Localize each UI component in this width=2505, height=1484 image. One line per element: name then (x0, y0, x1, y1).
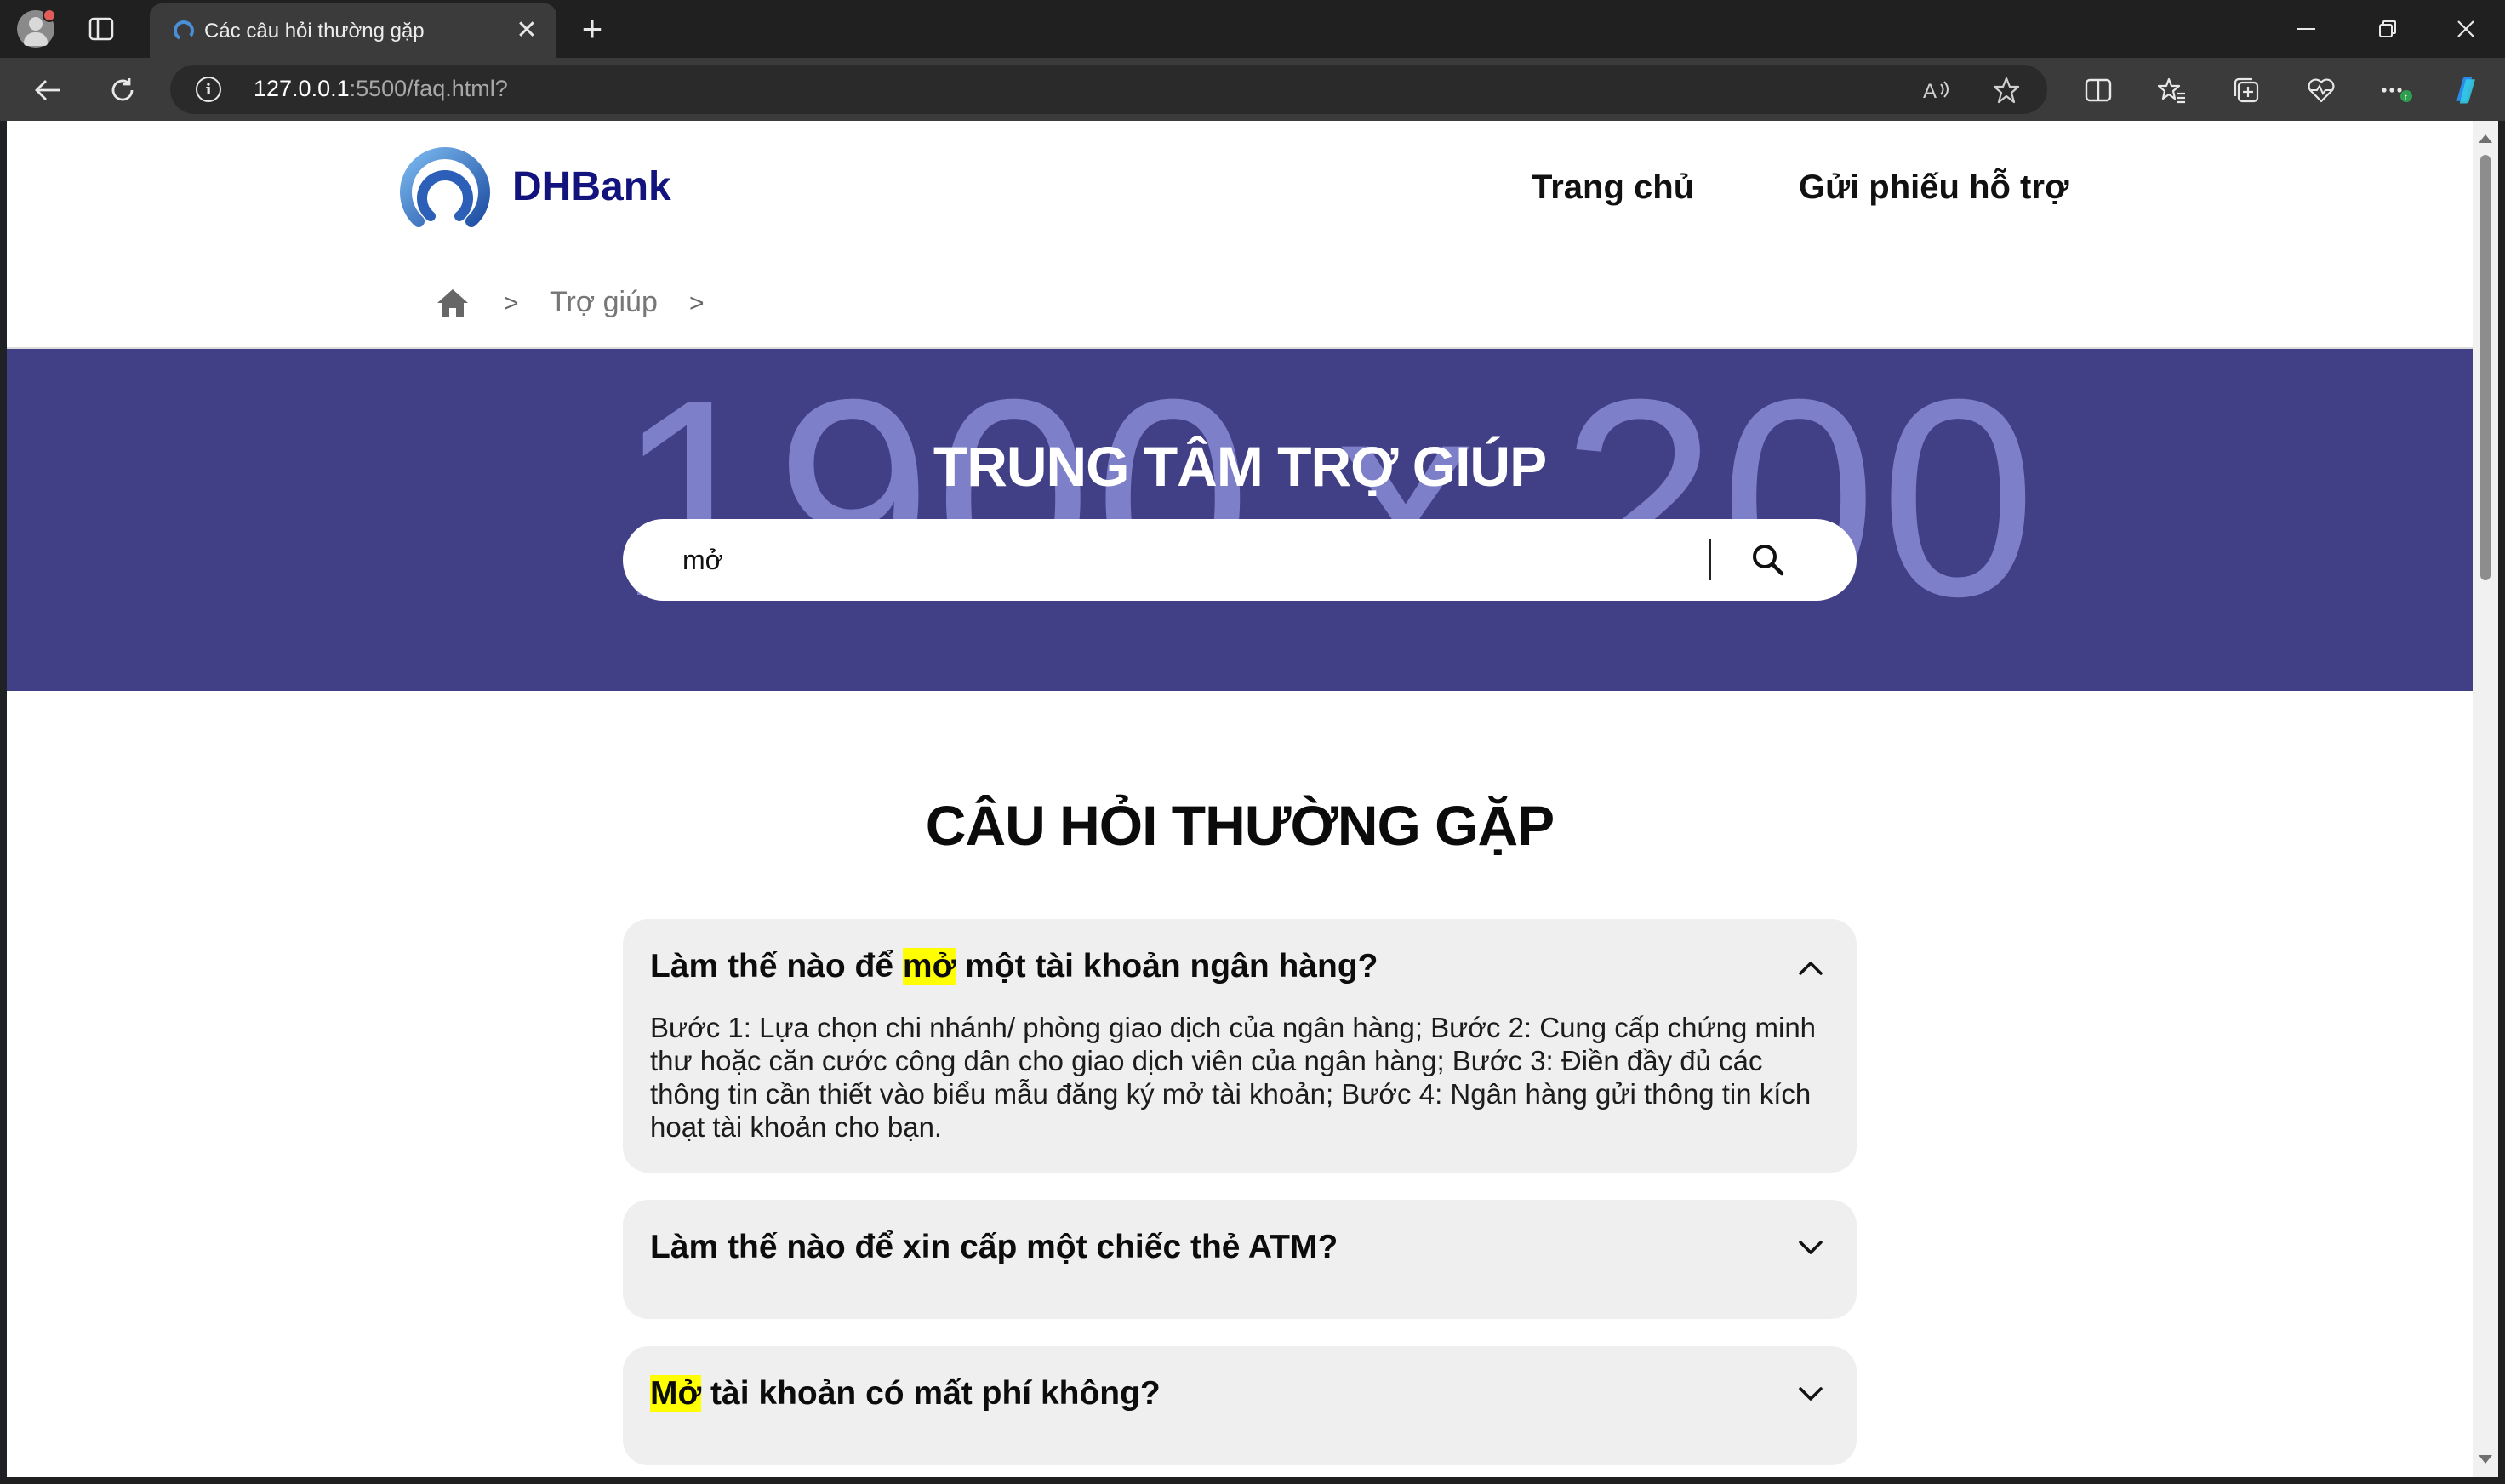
site-info-icon[interactable]: i (196, 77, 221, 102)
faq-heading: CÂU HỎI THƯỜNG GẶP (925, 794, 1555, 857)
chevron-up-icon[interactable] (1794, 955, 1828, 980)
breadcrumb: > Trợ giúp > (7, 259, 2473, 349)
faq-question[interactable]: Làm thế nào để mở một tài khoản ngân hàn… (650, 948, 1378, 985)
brand-name[interactable]: DHBank (512, 163, 671, 210)
dhbank-logo-icon[interactable] (398, 143, 492, 237)
browser-essentials-icon[interactable] (2304, 73, 2338, 107)
scroll-up-icon[interactable] (2479, 134, 2492, 143)
favorites-icon[interactable] (2154, 73, 2188, 107)
close-window-icon[interactable] (2440, 10, 2491, 48)
back-arrow-icon[interactable] (29, 71, 66, 109)
search-bar (623, 519, 1857, 601)
read-aloud-icon[interactable]: A (1921, 75, 1952, 106)
search-highlight: Mở (650, 1375, 702, 1412)
help-center-hero: 1900 x 200 TRUNG TÂM TRỢ GIÚP (7, 349, 2473, 691)
search-divider (1709, 539, 1711, 580)
faq-question[interactable]: Làm thế nào để xin cấp một chiếc thẻ ATM… (650, 1229, 1338, 1266)
faq-item[interactable]: Làm thế nào để xin cấp một chiếc thẻ ATM… (623, 1200, 1857, 1319)
collections-icon[interactable] (2229, 73, 2263, 107)
refresh-icon[interactable] (104, 71, 141, 109)
page-viewport: DHBank Trang chủ Gửi phiếu hỗ trợ > Trợ … (7, 121, 2473, 1477)
page-scrollbar[interactable] (2473, 121, 2498, 1477)
dhbank-favicon-icon (174, 20, 195, 41)
breadcrumb-help-link[interactable]: Trợ giúp (550, 286, 658, 319)
close-tab-icon[interactable]: ✕ (512, 15, 541, 44)
copilot-icon[interactable] (2449, 73, 2483, 107)
nav-support-ticket-link[interactable]: Gửi phiếu hỗ trợ (1799, 168, 2068, 207)
faq-answer: Bước 1: Lựa chọn chi nhánh/ phòng giao d… (650, 1012, 1817, 1143)
url-text[interactable]: 127.0.0.1:5500/faq.html? (254, 76, 508, 102)
active-tab[interactable]: Các câu hỏi thường gặp ✕ (150, 3, 556, 58)
chevron-down-icon[interactable] (1794, 1236, 1828, 1261)
minimize-icon[interactable] (2280, 10, 2331, 48)
search-input[interactable] (682, 538, 1703, 582)
nav-home-link[interactable]: Trang chủ (1532, 168, 1694, 207)
search-highlight: mở (902, 948, 956, 985)
faq-item[interactable]: Làm thế nào để mở một tài khoản ngân hàn… (623, 919, 1857, 1173)
split-screen-icon[interactable] (2081, 73, 2115, 107)
breadcrumb-separator: > (689, 289, 705, 317)
favorite-star-icon[interactable] (1991, 75, 2022, 106)
restore-icon[interactable] (2362, 10, 2413, 48)
browser-address-bar: i 127.0.0.1:5500/faq.html? A ↑ (0, 58, 2505, 121)
scroll-down-icon[interactable] (2479, 1455, 2492, 1464)
tab-actions-icon[interactable] (85, 14, 117, 44)
chevron-down-icon[interactable] (1794, 1382, 1828, 1407)
address-omnibox[interactable]: i 127.0.0.1:5500/faq.html? A (170, 65, 2047, 114)
svg-text:A: A (1923, 80, 1937, 103)
tab-title: Các câu hỏi thường gặp (204, 20, 425, 43)
profile-avatar-icon[interactable] (17, 9, 56, 48)
new-tab-icon[interactable]: + (573, 9, 611, 49)
faq-item[interactable]: Mở tài khoản có mất phí không? (623, 1346, 1857, 1465)
window-edge (2498, 121, 2505, 1484)
faq-question[interactable]: Mở tài khoản có mất phí không? (650, 1375, 1161, 1413)
home-icon[interactable] (436, 288, 470, 318)
search-icon[interactable] (1744, 536, 1792, 584)
browser-tab-bar: Các câu hỏi thường gặp ✕ + (0, 0, 2505, 58)
window-edge (0, 1477, 2505, 1484)
site-header: DHBank Trang chủ Gửi phiếu hỗ trợ (7, 121, 2473, 260)
svg-text:↑: ↑ (2404, 93, 2408, 102)
more-options-icon[interactable]: ↑ (2379, 73, 2413, 107)
breadcrumb-separator: > (504, 289, 519, 317)
hero-title: TRUNG TÂM TRỢ GIÚP (933, 435, 1547, 498)
scrollbar-thumb[interactable] (2480, 155, 2491, 580)
